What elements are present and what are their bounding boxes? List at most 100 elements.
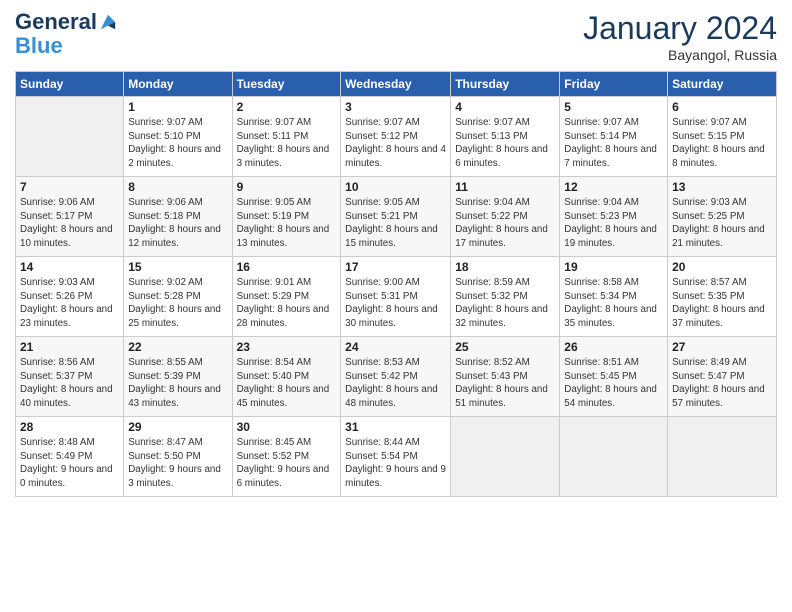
- day-number: 30: [237, 420, 337, 434]
- calendar-cell: 9 Sunrise: 9:05 AM Sunset: 5:19 PM Dayli…: [232, 177, 341, 257]
- calendar-week-4: 21 Sunrise: 8:56 AM Sunset: 5:37 PM Dayl…: [16, 337, 777, 417]
- calendar-cell: 1 Sunrise: 9:07 AM Sunset: 5:10 PM Dayli…: [124, 97, 232, 177]
- day-info: Sunrise: 9:05 AM Sunset: 5:19 PM Dayligh…: [237, 196, 337, 251]
- calendar-cell: 6 Sunrise: 9:07 AM Sunset: 5:15 PM Dayli…: [668, 97, 777, 177]
- sunset-label: Sunset: 5:21 PM: [345, 211, 417, 222]
- day-number: 2: [237, 100, 337, 114]
- day-info: Sunrise: 8:53 AM Sunset: 5:42 PM Dayligh…: [345, 356, 446, 411]
- day-number: 23: [237, 340, 337, 354]
- day-info: Sunrise: 9:03 AM Sunset: 5:26 PM Dayligh…: [20, 276, 119, 331]
- day-info: Sunrise: 9:04 AM Sunset: 5:22 PM Dayligh…: [455, 196, 555, 251]
- title-block: January 2024 Bayangol, Russia: [583, 10, 777, 63]
- day-info: Sunrise: 9:06 AM Sunset: 5:18 PM Dayligh…: [128, 196, 227, 251]
- header-row: Sunday Monday Tuesday Wednesday Thursday…: [16, 72, 777, 97]
- daylight-label: Daylight: 8 hours and 10 minutes.: [20, 224, 113, 249]
- calendar-cell: 29 Sunrise: 8:47 AM Sunset: 5:50 PM Dayl…: [124, 417, 232, 497]
- day-info: Sunrise: 9:03 AM Sunset: 5:25 PM Dayligh…: [672, 196, 772, 251]
- sunrise-label: Sunrise: 9:03 AM: [672, 197, 747, 208]
- day-info: Sunrise: 9:04 AM Sunset: 5:23 PM Dayligh…: [564, 196, 663, 251]
- sunrise-label: Sunrise: 8:48 AM: [20, 437, 95, 448]
- day-number: 9: [237, 180, 337, 194]
- day-info: Sunrise: 8:56 AM Sunset: 5:37 PM Dayligh…: [20, 356, 119, 411]
- calendar-header: Sunday Monday Tuesday Wednesday Thursday…: [16, 72, 777, 97]
- day-info: Sunrise: 8:44 AM Sunset: 5:54 PM Dayligh…: [345, 436, 446, 491]
- sunrise-label: Sunrise: 9:05 AM: [345, 197, 420, 208]
- day-info: Sunrise: 8:48 AM Sunset: 5:49 PM Dayligh…: [20, 436, 119, 491]
- daylight-label: Daylight: 8 hours and 4 minutes.: [345, 144, 446, 169]
- calendar-cell: 27 Sunrise: 8:49 AM Sunset: 5:47 PM Dayl…: [668, 337, 777, 417]
- daylight-label: Daylight: 8 hours and 40 minutes.: [20, 384, 113, 409]
- calendar-week-5: 28 Sunrise: 8:48 AM Sunset: 5:49 PM Dayl…: [16, 417, 777, 497]
- logo-text-blue: Blue: [15, 33, 63, 58]
- calendar-cell: 5 Sunrise: 9:07 AM Sunset: 5:14 PM Dayli…: [560, 97, 668, 177]
- sunrise-label: Sunrise: 9:03 AM: [20, 277, 95, 288]
- daylight-label: Daylight: 9 hours and 6 minutes.: [237, 464, 330, 489]
- sunrise-label: Sunrise: 8:59 AM: [455, 277, 530, 288]
- day-info: Sunrise: 9:07 AM Sunset: 5:15 PM Dayligh…: [672, 116, 772, 171]
- daylight-label: Daylight: 8 hours and 25 minutes.: [128, 304, 221, 329]
- daylight-label: Daylight: 8 hours and 12 minutes.: [128, 224, 221, 249]
- day-number: 14: [20, 260, 119, 274]
- sunrise-label: Sunrise: 9:07 AM: [345, 117, 420, 128]
- sunset-label: Sunset: 5:10 PM: [128, 131, 200, 142]
- sunrise-label: Sunrise: 9:05 AM: [237, 197, 312, 208]
- day-info: Sunrise: 9:07 AM Sunset: 5:13 PM Dayligh…: [455, 116, 555, 171]
- sunset-label: Sunset: 5:34 PM: [564, 291, 636, 302]
- sunrise-label: Sunrise: 8:44 AM: [345, 437, 420, 448]
- sunrise-label: Sunrise: 9:02 AM: [128, 277, 203, 288]
- day-number: 7: [20, 180, 119, 194]
- sunrise-label: Sunrise: 9:06 AM: [20, 197, 95, 208]
- calendar-cell: 11 Sunrise: 9:04 AM Sunset: 5:22 PM Dayl…: [451, 177, 560, 257]
- day-number: 24: [345, 340, 446, 354]
- daylight-label: Daylight: 8 hours and 37 minutes.: [672, 304, 765, 329]
- day-info: Sunrise: 9:07 AM Sunset: 5:14 PM Dayligh…: [564, 116, 663, 171]
- calendar-cell: [16, 97, 124, 177]
- sunset-label: Sunset: 5:17 PM: [20, 211, 92, 222]
- sunrise-label: Sunrise: 8:57 AM: [672, 277, 747, 288]
- calendar-cell: 15 Sunrise: 9:02 AM Sunset: 5:28 PM Dayl…: [124, 257, 232, 337]
- header-friday: Friday: [560, 72, 668, 97]
- day-number: 1: [128, 100, 227, 114]
- day-info: Sunrise: 8:49 AM Sunset: 5:47 PM Dayligh…: [672, 356, 772, 411]
- logo-icon: [99, 13, 117, 31]
- day-info: Sunrise: 9:02 AM Sunset: 5:28 PM Dayligh…: [128, 276, 227, 331]
- sunrise-label: Sunrise: 9:04 AM: [564, 197, 639, 208]
- sunrise-label: Sunrise: 9:07 AM: [455, 117, 530, 128]
- sunset-label: Sunset: 5:40 PM: [237, 371, 309, 382]
- sunset-label: Sunset: 5:12 PM: [345, 131, 417, 142]
- calendar-cell: [668, 417, 777, 497]
- calendar-cell: 22 Sunrise: 8:55 AM Sunset: 5:39 PM Dayl…: [124, 337, 232, 417]
- calendar-cell: 12 Sunrise: 9:04 AM Sunset: 5:23 PM Dayl…: [560, 177, 668, 257]
- sunset-label: Sunset: 5:25 PM: [672, 211, 744, 222]
- day-number: 16: [237, 260, 337, 274]
- day-info: Sunrise: 8:57 AM Sunset: 5:35 PM Dayligh…: [672, 276, 772, 331]
- daylight-label: Daylight: 8 hours and 48 minutes.: [345, 384, 438, 409]
- sunset-label: Sunset: 5:52 PM: [237, 451, 309, 462]
- header-wednesday: Wednesday: [341, 72, 451, 97]
- sunrise-label: Sunrise: 8:55 AM: [128, 357, 203, 368]
- sunrise-label: Sunrise: 8:54 AM: [237, 357, 312, 368]
- day-number: 10: [345, 180, 446, 194]
- day-number: 13: [672, 180, 772, 194]
- daylight-label: Daylight: 8 hours and 2 minutes.: [128, 144, 221, 169]
- day-number: 20: [672, 260, 772, 274]
- daylight-label: Daylight: 8 hours and 19 minutes.: [564, 224, 657, 249]
- day-info: Sunrise: 9:00 AM Sunset: 5:31 PM Dayligh…: [345, 276, 446, 331]
- page-container: General Blue January 2024 Bayangol, Russ…: [0, 0, 792, 507]
- daylight-label: Daylight: 9 hours and 9 minutes.: [345, 464, 446, 489]
- sunset-label: Sunset: 5:42 PM: [345, 371, 417, 382]
- day-number: 12: [564, 180, 663, 194]
- day-number: 29: [128, 420, 227, 434]
- day-info: Sunrise: 8:52 AM Sunset: 5:43 PM Dayligh…: [455, 356, 555, 411]
- sunset-label: Sunset: 5:28 PM: [128, 291, 200, 302]
- calendar-cell: 10 Sunrise: 9:05 AM Sunset: 5:21 PM Dayl…: [341, 177, 451, 257]
- sunset-label: Sunset: 5:35 PM: [672, 291, 744, 302]
- calendar-body: 1 Sunrise: 9:07 AM Sunset: 5:10 PM Dayli…: [16, 97, 777, 497]
- day-info: Sunrise: 8:45 AM Sunset: 5:52 PM Dayligh…: [237, 436, 337, 491]
- logo-text-general: General: [15, 10, 97, 34]
- daylight-label: Daylight: 9 hours and 3 minutes.: [128, 464, 221, 489]
- sunset-label: Sunset: 5:32 PM: [455, 291, 527, 302]
- calendar-table: Sunday Monday Tuesday Wednesday Thursday…: [15, 71, 777, 497]
- calendar-cell: 18 Sunrise: 8:59 AM Sunset: 5:32 PM Dayl…: [451, 257, 560, 337]
- logo: General Blue: [15, 10, 117, 58]
